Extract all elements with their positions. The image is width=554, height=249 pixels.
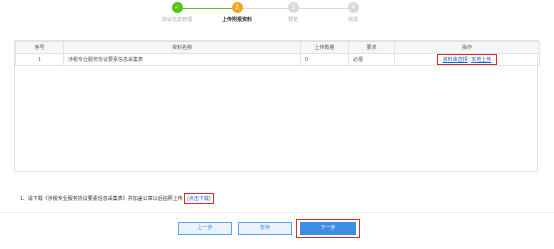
step-upload-materials: 2 上传附报资料 — [212, 2, 262, 23]
step-number: 3 — [287, 2, 299, 13]
col-header-count: 上传数量 — [300, 41, 349, 54]
action-links-group: 资料库选择 本地上传 — [436, 54, 498, 65]
download-note: 1、请下载《涉税专业服务协议要素信息采集表》并加盖公章以后拍照上传 (点击下载) — [20, 193, 214, 204]
step-label: 预览 — [287, 17, 298, 23]
cell-count: 0 — [300, 53, 349, 66]
step-complete: 4 完成 — [328, 2, 378, 23]
progress-stepper: ✓ 协议信息管理 2 上传附报资料 3 预览 4 完成 — [0, 0, 554, 30]
local-upload-link[interactable]: 本地上传 — [471, 57, 491, 63]
table-row: 1 涉税专业服务协议要素信息采集表 0 必报 资料库选择 本地上传 — [15, 53, 540, 66]
step-label: 完成 — [347, 17, 358, 23]
cell-index: 1 — [15, 53, 64, 66]
col-header-requirement: 要求 — [348, 41, 395, 54]
col-header-index: 序号 — [15, 41, 64, 54]
prev-step-button[interactable]: 上一步 — [178, 222, 232, 235]
save-draft-button[interactable]: 暂存 — [238, 222, 292, 235]
next-step-button[interactable]: 下一步 — [300, 222, 356, 235]
step-agreement-info: ✓ 协议信息管理 — [152, 2, 202, 23]
select-from-library-link[interactable]: 资料库选择 — [443, 57, 468, 63]
col-header-name: 资料名称 — [63, 41, 301, 54]
step-preview: 3 预览 — [268, 2, 318, 23]
step-number: 4 — [347, 2, 359, 13]
step-label: 上传附报资料 — [221, 17, 252, 23]
divider — [0, 212, 554, 213]
note-text: 1、请下载《涉税专业服务协议要素信息采集表》并加盖公章以后拍照上传 — [20, 196, 183, 202]
cell-action: 资料库选择 本地上传 — [394, 53, 540, 66]
cell-name: 涉税专业服务协议要素信息采集表 — [63, 53, 301, 66]
download-link[interactable]: (点击下载) — [184, 193, 214, 204]
step-label: 协议信息管理 — [161, 17, 192, 23]
cell-requirement: 必报 — [348, 53, 395, 66]
materials-table: 序号 资料名称 上传数量 要求 操作 1 涉税专业服务协议要素信息采集表 0 必… — [14, 40, 540, 172]
col-header-action: 操作 — [394, 41, 540, 54]
step-number: 2 — [231, 2, 243, 13]
table-header-row: 序号 资料名称 上传数量 要求 操作 — [15, 41, 540, 54]
check-icon: ✓ — [171, 2, 183, 13]
